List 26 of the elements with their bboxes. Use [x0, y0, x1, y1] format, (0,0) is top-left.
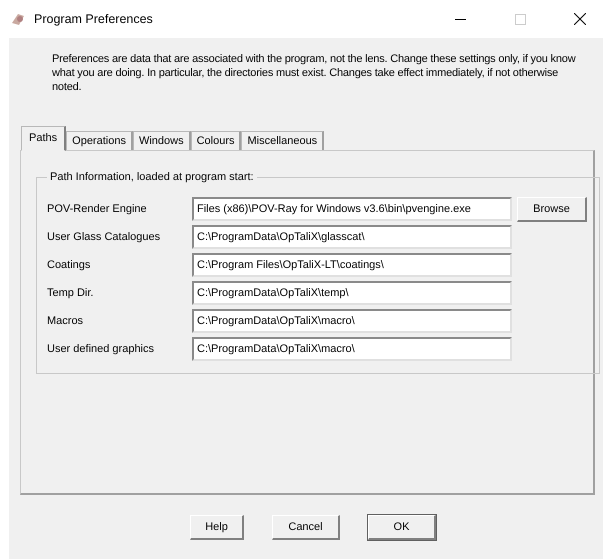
field-label: POV-Render Engine — [47, 203, 148, 215]
path-field[interactable]: Files (x86)\POV-Ray for Windows v3.6\bin\pvengine.exe — [192, 197, 512, 221]
field-label: User defined graphics — [47, 343, 156, 355]
app-icon — [10, 11, 26, 27]
tab[interactable]: Paths — [21, 126, 66, 151]
dialog-button[interactable]: Cancel — [272, 515, 340, 540]
path-field[interactable]: C:\ProgramData\OpTaliX\temp\ — [192, 281, 512, 305]
dialog-button[interactable]: OK — [368, 515, 436, 540]
field-label: Coatings — [47, 259, 92, 271]
path-field[interactable]: C:\ProgramData\OpTaliX\glasscat\ — [192, 225, 512, 249]
description-text: Preferences are data that are associated with the program, not the lens. Change these settings only, if you know what you are doing. In particular, the directories must exist. Changes take effect immediately, if not otherwise noted. — [52, 52, 577, 94]
tab[interactable]: Miscellaneous — [241, 131, 324, 150]
close-icon[interactable] — [574, 13, 586, 25]
window-title: Program Preferences — [34, 12, 154, 26]
path-field[interactable]: C:\Program Files\OpTaliX-LT\coatings\ — [192, 253, 512, 277]
tab[interactable]: Windows — [132, 131, 191, 150]
tab[interactable]: Colours — [190, 131, 242, 150]
field-label: Temp Dir. — [47, 287, 94, 299]
dialog-button[interactable]: Help — [190, 515, 244, 540]
field-label: Macros — [47, 315, 84, 327]
path-field[interactable]: C:\ProgramData\OpTaliX\macro\ — [192, 337, 512, 361]
path-field[interactable]: C:\ProgramData\OpTaliX\macro\ — [192, 309, 512, 333]
group-title: Path Information, loaded at program start: — [49, 171, 255, 183]
tab[interactable]: Operations — [66, 131, 133, 150]
field-label: User Glass Catalogues — [47, 231, 162, 243]
browse-button[interactable]: Browse — [517, 196, 587, 222]
